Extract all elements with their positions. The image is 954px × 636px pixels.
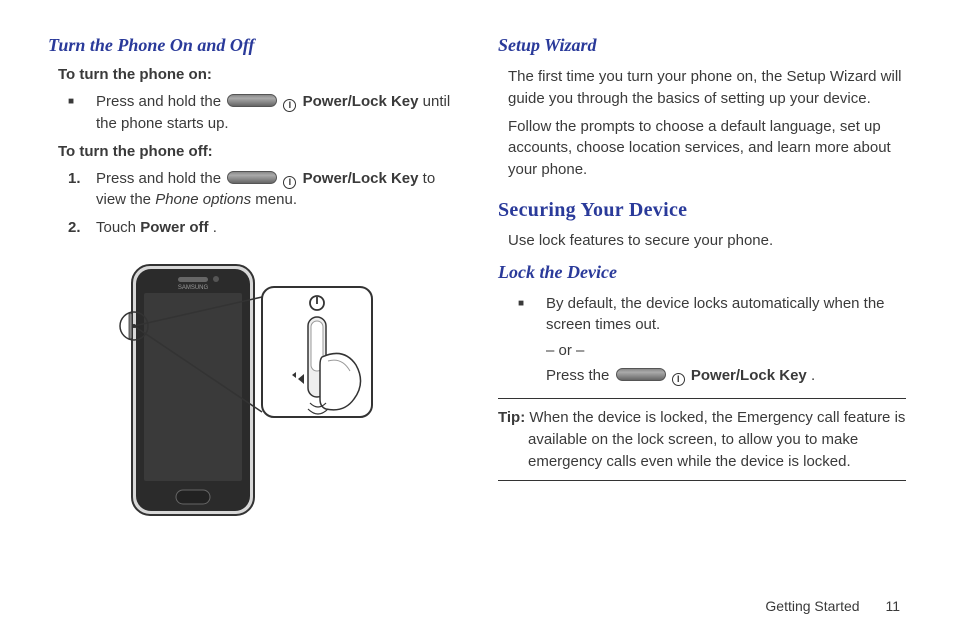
list-item: 2. Touch Power off . xyxy=(68,217,456,239)
item-text: Touch Power off . xyxy=(96,217,456,239)
menu-name: Phone options xyxy=(155,191,251,208)
number-marker: 1. xyxy=(68,168,96,212)
power-key-label: Power/Lock Key xyxy=(303,170,419,187)
power-key-label: Power/Lock Key xyxy=(303,93,419,110)
secure-intro: Use lock features to secure your phone. xyxy=(508,230,906,252)
item-text: By default, the device locks automatical… xyxy=(546,293,906,337)
text: menu. xyxy=(255,191,297,208)
tip-label: Tip: xyxy=(498,409,525,426)
label-turn-on: To turn the phone on: xyxy=(58,66,456,83)
text: Press and hold the xyxy=(96,170,225,187)
right-column: Setup Wizard The first time you turn you… xyxy=(498,35,906,527)
list-item: ■ Press and hold the I Power/Lock Key un… xyxy=(68,91,456,135)
page-number: 11 xyxy=(885,598,900,614)
label-turn-off: To turn the phone off: xyxy=(58,143,456,160)
power-key-pill-icon xyxy=(227,94,277,107)
heading-securing-device: Securing Your Device xyxy=(498,199,906,222)
or-separator: – or – xyxy=(546,342,906,359)
text: . xyxy=(811,367,815,384)
bullet-icon: ■ xyxy=(518,293,546,337)
text: Press and hold the xyxy=(96,93,225,110)
setup-p2: Follow the prompts to choose a default l… xyxy=(508,116,906,181)
number-marker: 2. xyxy=(68,217,96,239)
list-item: ■ By default, the device locks automatic… xyxy=(518,293,906,337)
text: Touch xyxy=(96,219,140,236)
power-off-label: Power off xyxy=(140,219,208,236)
setup-p1: The first time you turn your phone on, t… xyxy=(508,66,906,110)
page-footer: Getting Started 11 xyxy=(765,598,900,614)
footer-section: Getting Started xyxy=(765,598,859,614)
bullet-icon: ■ xyxy=(68,91,96,135)
phone-illustration: SAMSUNG xyxy=(48,257,456,527)
tip-text: When the device is locked, the Emergency… xyxy=(525,409,905,470)
svg-text:SAMSUNG: SAMSUNG xyxy=(178,285,209,291)
item-text: Press and hold the I Power/Lock Key to v… xyxy=(96,168,456,212)
heading-setup-wizard: Setup Wizard xyxy=(498,35,906,56)
power-symbol-icon: I xyxy=(283,99,296,112)
power-key-pill-icon xyxy=(616,368,666,381)
power-symbol-icon: I xyxy=(283,176,296,189)
heading-lock-device: Lock the Device xyxy=(498,262,906,283)
list-item: 1. Press and hold the I Power/Lock Key t… xyxy=(68,168,456,212)
tip-block: Tip: When the device is locked, the Emer… xyxy=(498,398,906,481)
heading-turn-phone: Turn the Phone On and Off xyxy=(48,35,456,56)
power-key-label: Power/Lock Key xyxy=(691,367,807,384)
text: . xyxy=(213,219,217,236)
power-symbol-icon: I xyxy=(672,373,685,386)
phone-power-button-svg: SAMSUNG xyxy=(112,257,392,527)
left-column: Turn the Phone On and Off To turn the ph… xyxy=(48,35,456,527)
text: Press the xyxy=(546,367,614,384)
press-line: Press the I Power/Lock Key . xyxy=(546,367,906,386)
power-key-pill-icon xyxy=(227,171,277,184)
item-text: Press and hold the I Power/Lock Key unti… xyxy=(96,91,456,135)
